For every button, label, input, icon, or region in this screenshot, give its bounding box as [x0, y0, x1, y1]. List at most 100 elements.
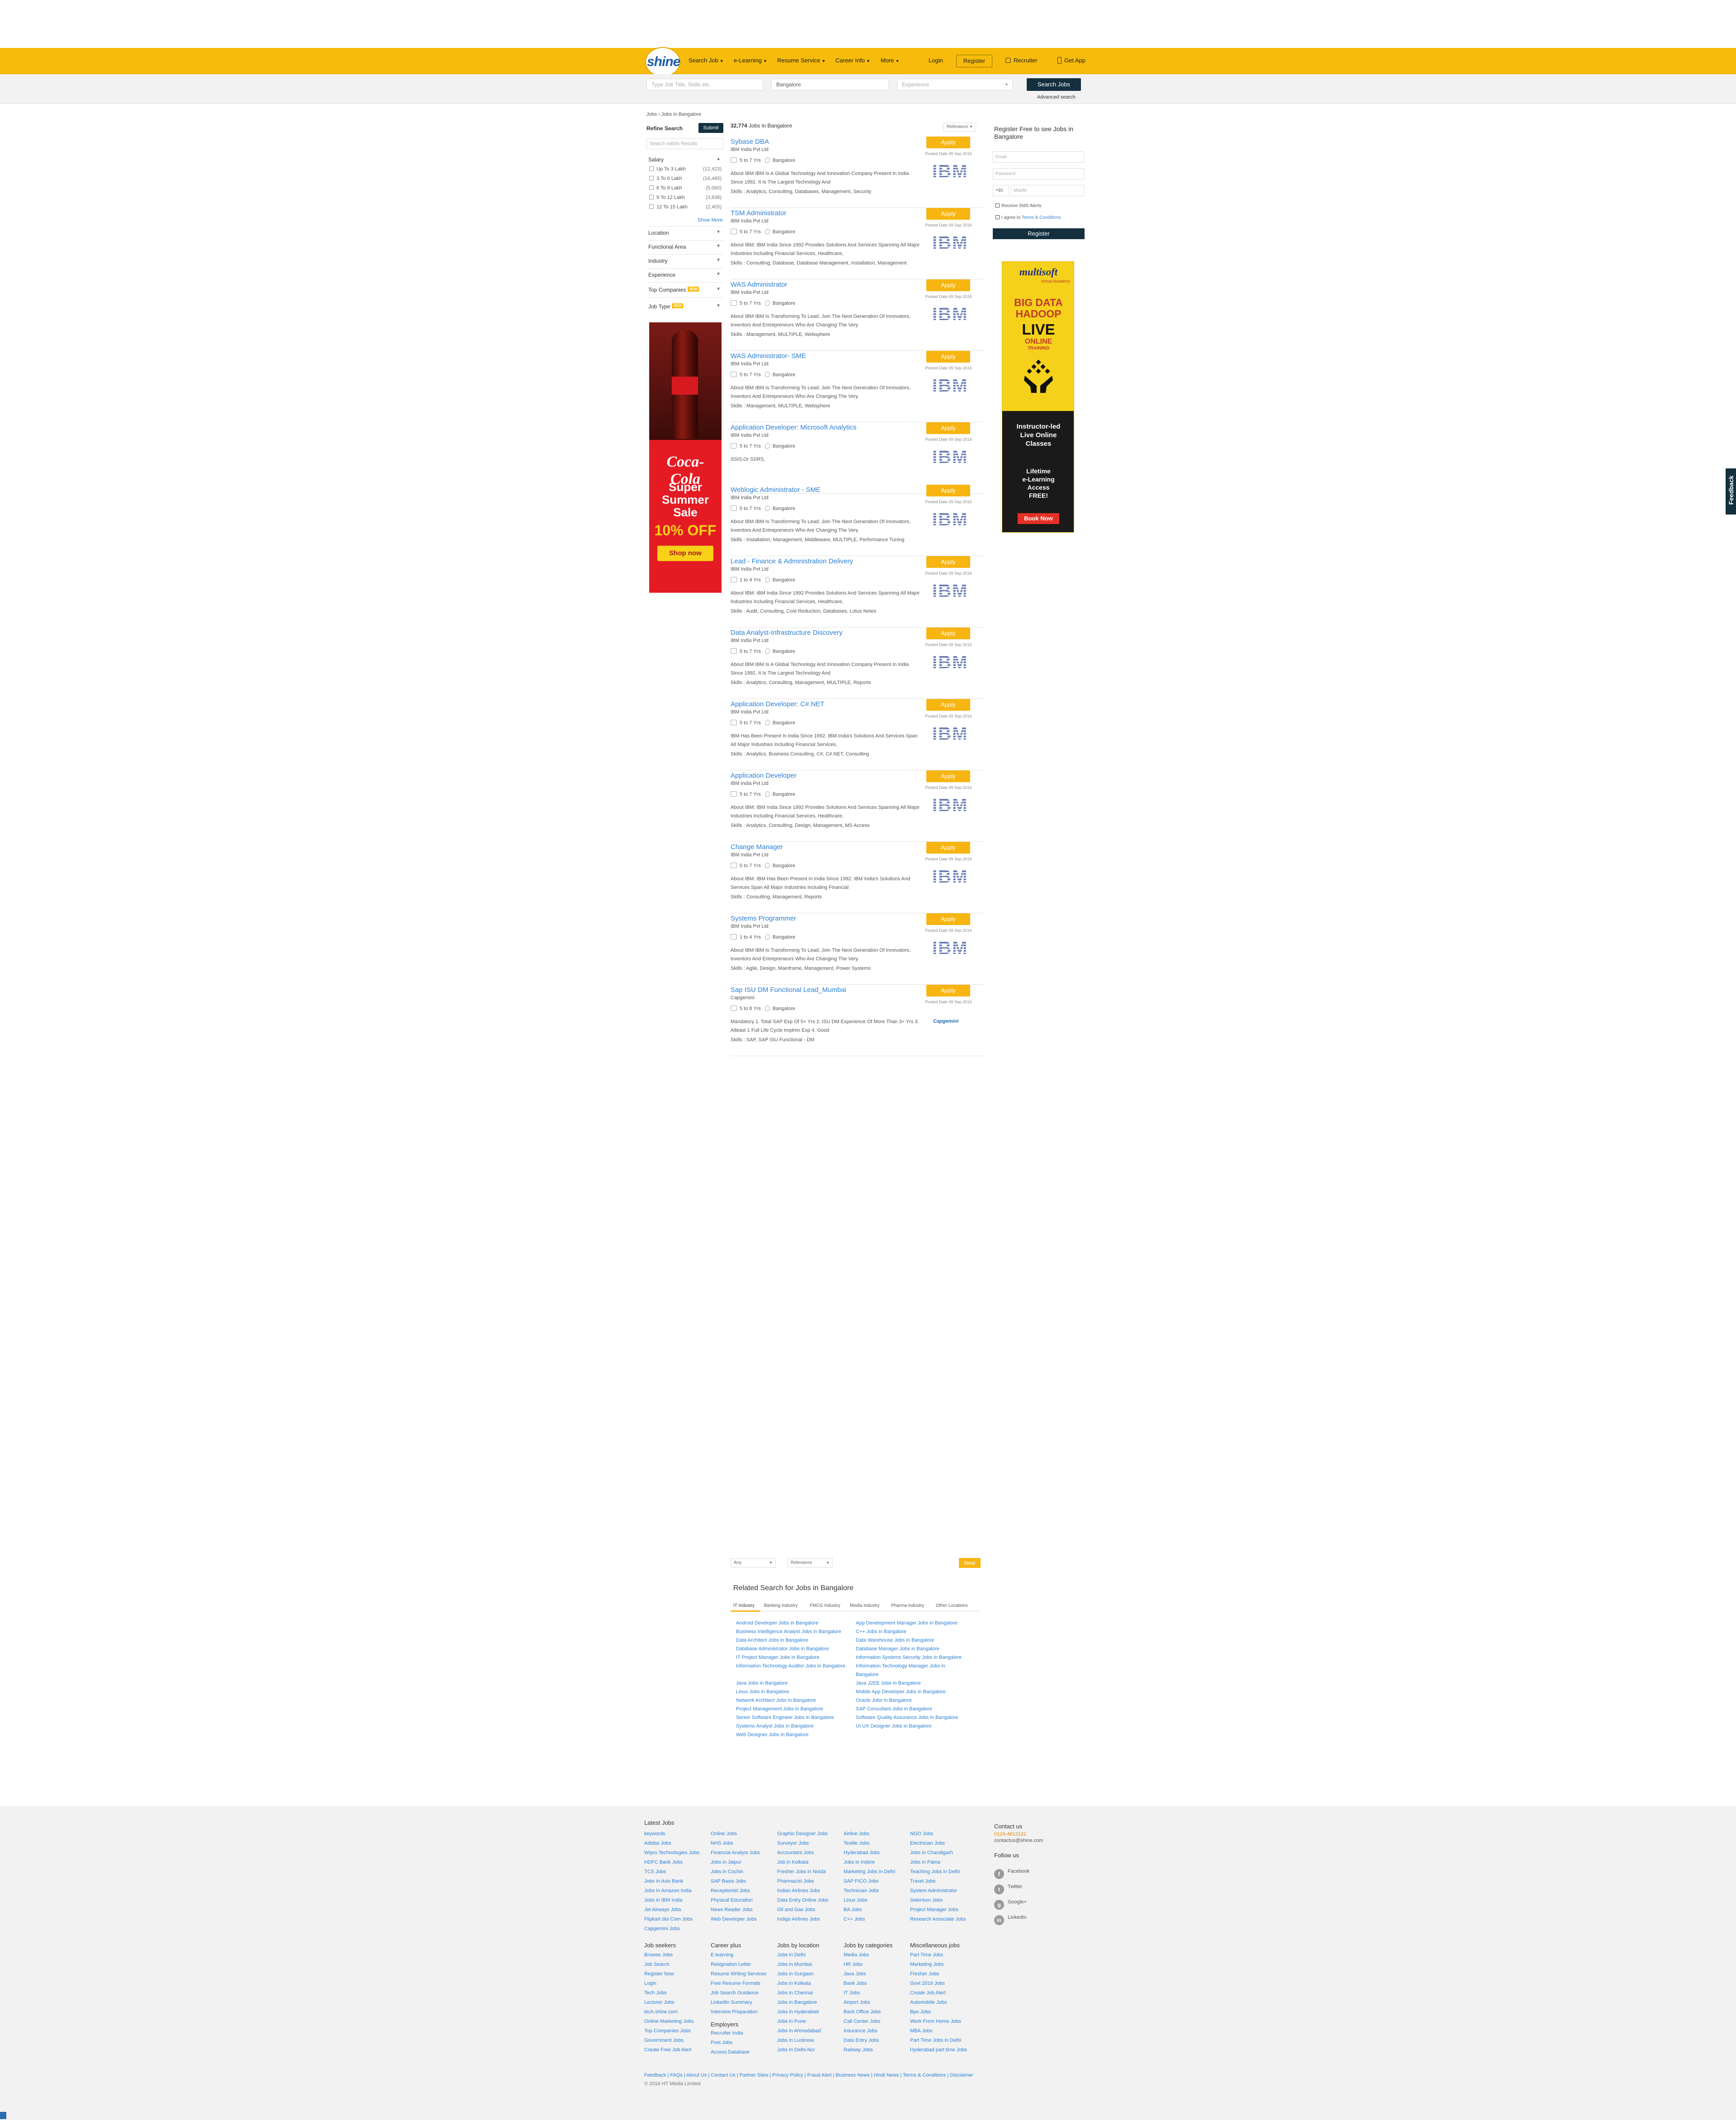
apply-button[interactable]: Apply [926, 208, 970, 220]
industry-facet[interactable]: Industry ▼ [648, 258, 721, 264]
footer-link[interactable]: Marketing Jobs in Delhi [844, 1869, 895, 1875]
footer-link[interactable]: Bpo Jobs [910, 2009, 931, 2015]
footer-link[interactable]: Jobs in Axis Bank [644, 1878, 683, 1884]
footer-link[interactable]: Jobs in Patna [910, 1859, 940, 1865]
coca-cola-ad[interactable]: Coca-Cola Super Summer Sale 10% OFF Shop n… [649, 322, 722, 593]
google-plus-link[interactable]: g Google+ [994, 1899, 1048, 1910]
footer-link[interactable]: Jobs in Amazon India [644, 1888, 692, 1894]
mobile-field[interactable]: Mobile [1011, 185, 1084, 196]
footer-link[interactable]: Accountant Jobs [777, 1850, 814, 1856]
footer-link[interactable]: Travel Jobs [910, 1878, 935, 1884]
job-title-link[interactable]: Application Developer: C#.NET [731, 700, 825, 708]
location-input[interactable]: Bangalore [771, 79, 889, 90]
company-name[interactable]: IBM India Pvt Ltd [731, 709, 769, 715]
register-submit-button[interactable]: Register [993, 228, 1085, 239]
page-select[interactable]: Any ▼ [731, 1558, 776, 1568]
footer-link[interactable]: Flipkart dot Com Jobs [644, 1916, 693, 1922]
functional-area-facet[interactable]: Functional Area ▼ [648, 244, 721, 250]
checkbox[interactable] [649, 166, 654, 171]
apply-button[interactable]: Apply [926, 137, 970, 148]
related-link[interactable]: SAP Consultant Jobs in Bangalore [856, 1706, 932, 1712]
footer-link[interactable]: Interview Preparation [711, 2009, 758, 2015]
footer-link[interactable]: SAP FICO Jobs [844, 1878, 878, 1884]
footer-link[interactable]: Jobs in Bangalore [777, 1999, 817, 2006]
footer-link[interactable]: Wipro Technologies Jobs [644, 1850, 699, 1856]
register-button[interactable]: Register [956, 55, 992, 67]
footer-link[interactable]: Jobs in Indore [844, 1859, 875, 1865]
job-title-link[interactable]: Sap ISU DM Functional Lead_Mumbai [731, 986, 846, 994]
apply-button[interactable]: Apply [926, 351, 970, 363]
footer-link[interactable]: Web Developer Jobs [711, 1916, 757, 1922]
sort-select-bottom[interactable]: Relevance ▼ [788, 1558, 833, 1568]
footer-link[interactable]: Jobs in Lucknow [777, 2037, 814, 2044]
related-link[interactable]: Data Warehouse Jobs in Bangalore [856, 1637, 934, 1643]
apply-button[interactable]: Apply [926, 556, 970, 568]
company-name[interactable]: IBM India Pvt Ltd [731, 290, 769, 295]
footer-link[interactable]: Resignation Letter [711, 1961, 751, 1968]
related-link[interactable]: Oracle Jobs in Bangalore [856, 1697, 912, 1704]
corner-widget-icon[interactable] [0, 2112, 6, 2119]
footer-link[interactable]: Fresher Jobs in Noida [777, 1869, 826, 1875]
footer-link[interactable]: Indian Airlines Jobs [777, 1888, 820, 1894]
footer-link[interactable]: Indigo Airlines Jobs [777, 1916, 820, 1922]
related-link[interactable]: IT Project Manager Jobs in Bangalore [736, 1654, 819, 1661]
footer-link[interactable]: Back Office Jobs [844, 2009, 881, 2015]
shop-now-button[interactable]: Shop now [657, 546, 713, 561]
company-name[interactable]: Capgemini [731, 995, 755, 1001]
nav-more[interactable]: More ▼ [881, 57, 900, 64]
related-link[interactable]: Android Developer Jobs in Bangalore [736, 1620, 818, 1626]
advanced-search-link[interactable]: Advanced search [1037, 94, 1076, 100]
job-title-link[interactable]: WAS Administrator [731, 281, 787, 288]
footer-link[interactable]: Login [644, 1980, 656, 1987]
related-link[interactable]: Business Intelligence Analyst Jobs in Ba… [736, 1629, 841, 1635]
footer-link[interactable]: Jobs in Jaipur [711, 1859, 741, 1865]
footer-link[interactable]: Marketing Jobs [910, 1961, 944, 1968]
job-title-link[interactable]: Sybase DBA [731, 138, 769, 146]
related-link[interactable]: Data Architect Jobs in Bangalore [736, 1637, 808, 1643]
tab-it-industry[interactable]: IT Industry [733, 1603, 755, 1608]
company-name[interactable]: IBM India Pvt Ltd [731, 567, 769, 572]
experience-facet[interactable]: Experience ▼ [648, 272, 721, 278]
apply-button[interactable]: Apply [926, 485, 970, 496]
book-now-button[interactable]: Book Now [1018, 513, 1059, 524]
footer-link[interactable]: Part Time Jobs in Delhi [910, 2037, 961, 2044]
sms-alerts-checkbox[interactable]: Receive SMS Alerts [995, 203, 1041, 208]
related-link[interactable]: Database Administrator Jobs in Bangalore [736, 1646, 829, 1652]
related-link[interactable]: Web Designer Jobs in Bangalore [736, 1732, 809, 1738]
footer-link[interactable]: Jobs in Chennai [777, 1990, 813, 1996]
company-name[interactable]: IBM India Pvt Ltd [731, 218, 769, 224]
footer-link[interactable]: Job Search Guidance [711, 1990, 759, 1996]
checkbox[interactable] [995, 215, 1000, 219]
recruiter-link[interactable]: Recruiter [1005, 57, 1038, 64]
apply-button[interactable]: Apply [926, 628, 970, 639]
footer-link[interactable]: SAP Basis Jobs [711, 1878, 746, 1884]
nav-search-job[interactable]: Search Job ▼ [689, 57, 724, 64]
footer-link[interactable]: keywords [644, 1831, 665, 1837]
footer-link[interactable]: Jobs in Ahmedabad [777, 2028, 821, 2034]
footer-link[interactable]: Research Associate Jobs [910, 1916, 966, 1922]
related-link[interactable]: Mobile App Developer Jobs in Bangalore [856, 1689, 946, 1695]
footer-link[interactable]: Media Jobs [844, 1952, 869, 1958]
footer-link[interactable]: Jet Airways Jobs [644, 1907, 681, 1913]
related-link[interactable]: Information Systems Security Jobs in Ban… [856, 1654, 962, 1661]
related-link[interactable]: Java Jobs in Bangalore [736, 1680, 788, 1686]
job-type-facet[interactable]: Job Type NEW ▼ [648, 303, 721, 310]
related-link[interactable]: Project Management Jobs in Bangalore [736, 1706, 823, 1712]
tab-fmcg-industry[interactable]: FMCG Industry [810, 1603, 840, 1608]
checkbox[interactable] [995, 203, 1000, 208]
footer-link[interactable]: Free Resume Formats [711, 1980, 760, 1987]
footer-link[interactable]: Jobs in Mumbai [777, 1961, 812, 1968]
footer-link[interactable]: Recruiter India [711, 2030, 743, 2036]
footer-link[interactable]: Electrician Jobs [910, 1840, 945, 1846]
next-page-button[interactable]: Next [959, 1558, 981, 1568]
footer-link[interactable]: Jobs in Delhi [777, 1952, 806, 1958]
footer-link[interactable]: Selenium Jobs [910, 1897, 943, 1903]
apply-button[interactable]: Apply [926, 985, 970, 996]
footer-link[interactable]: Tech Jobs [644, 1990, 667, 1996]
job-title-link[interactable]: Lead - Finance & Administration Delivery [731, 557, 853, 565]
related-link[interactable]: Java J2EE Jobs in Bangalore [856, 1680, 921, 1686]
footer-link[interactable]: Resume Writing Services [711, 1971, 766, 1977]
salary-option[interactable]: 6 To 9 Lakh (5,060) [649, 185, 722, 191]
footer-link[interactable]: Jobs in Hyderabad [777, 2009, 819, 2015]
apply-button[interactable]: Apply [926, 842, 970, 854]
